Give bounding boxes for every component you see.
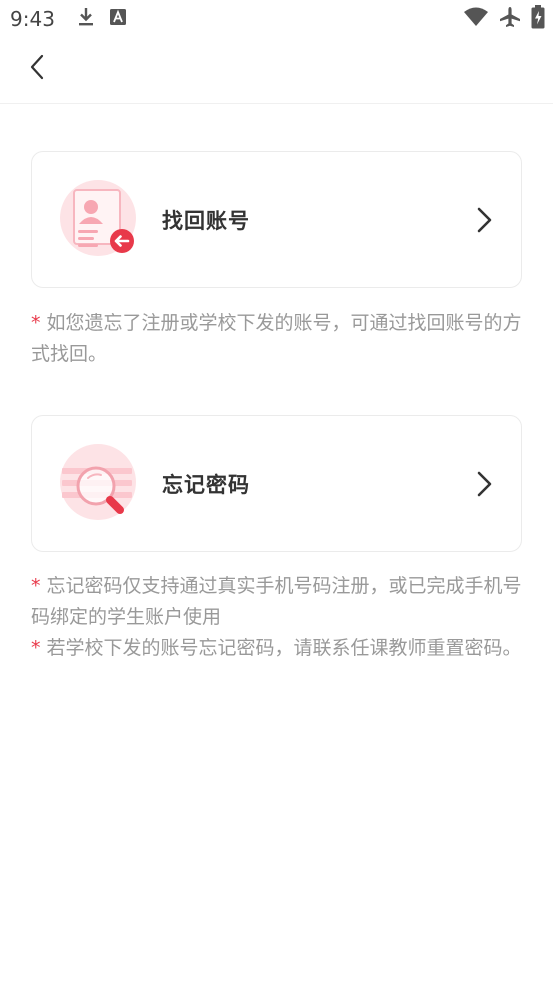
forgot-password-note-1: * 忘记密码仅支持通过真实手机号码注册，或已完成手机号码绑定的学生账户使用 — [31, 571, 523, 633]
back-button[interactable] — [20, 52, 54, 86]
forgot-password-note-1-text: 忘记密码仅支持通过真实手机号码注册，或已完成手机号码绑定的学生账户使用 — [31, 575, 522, 628]
find-account-note-text: 如您遗忘了注册或学校下发的账号，可通过找回账号的方式找回。 — [31, 312, 522, 365]
forgot-password-note-2: * 若学校下发的账号忘记密码，请联系任课教师重置密码。 — [31, 633, 523, 664]
forgot-password-note-2-text: 若学校下发的账号忘记密码，请联系任课教师重置密码。 — [46, 637, 522, 659]
find-account-title: 找回账号 — [162, 208, 250, 233]
required-star: * — [31, 575, 41, 597]
status-right-icons — [463, 5, 545, 33]
chevron-left-icon — [29, 53, 45, 85]
required-star: * — [31, 637, 41, 659]
wifi-icon — [463, 7, 489, 31]
status-bar: 9:43 — [0, 0, 553, 38]
forgot-password-title: 忘记密码 — [162, 472, 250, 497]
forgot-password-card[interactable]: 忘记密码 — [31, 415, 522, 552]
status-left-icons — [77, 7, 127, 31]
battery-charging-icon — [531, 5, 545, 33]
find-account-card[interactable]: 找回账号 — [31, 151, 522, 288]
nav-bar — [0, 38, 553, 104]
text-a-icon — [109, 8, 127, 30]
find-account-note: * 如您遗忘了注册或学校下发的账号，可通过找回账号的方式找回。 — [31, 308, 523, 370]
required-star: * — [31, 312, 41, 334]
download-icon — [77, 7, 95, 31]
airplane-icon — [499, 6, 521, 32]
id-card-return-icon — [60, 180, 140, 260]
chevron-right-icon — [473, 469, 495, 499]
chevron-right-icon — [473, 205, 495, 235]
status-time: 9:43 — [10, 7, 55, 31]
search-magnifier-icon — [60, 444, 140, 524]
